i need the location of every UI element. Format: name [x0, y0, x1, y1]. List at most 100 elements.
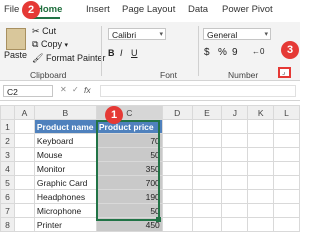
- cell[interactable]: [247, 147, 275, 162]
- cell[interactable]: [191, 119, 223, 134]
- row-header[interactable]: 1: [0, 119, 15, 134]
- column-header[interactable]: E: [191, 105, 223, 120]
- cell[interactable]: [247, 217, 275, 232]
- row-header[interactable]: 2: [0, 133, 15, 148]
- cell[interactable]: [273, 175, 300, 190]
- cell[interactable]: [247, 189, 275, 204]
- italic-button[interactable]: I: [120, 48, 123, 58]
- product-price-cell[interactable]: 700: [95, 175, 163, 190]
- cell[interactable]: [191, 147, 223, 162]
- cell[interactable]: [161, 133, 193, 148]
- product-name-cell[interactable]: Headphones: [33, 189, 97, 204]
- cell[interactable]: [13, 189, 35, 204]
- cell[interactable]: [191, 133, 223, 148]
- row-header[interactable]: 8: [0, 217, 15, 232]
- formula-input[interactable]: [100, 85, 296, 97]
- cell[interactable]: [13, 161, 35, 176]
- cell[interactable]: [13, 133, 35, 148]
- cell[interactable]: [161, 175, 193, 190]
- column-header[interactable]: L: [273, 105, 300, 120]
- cell[interactable]: [161, 217, 193, 232]
- format-painter-button[interactable]: 🖌 Format Painter: [32, 53, 105, 64]
- column-header[interactable]: J: [221, 105, 249, 120]
- product-price-cell[interactable]: 450: [95, 217, 163, 232]
- cell[interactable]: [247, 175, 275, 190]
- insert-function-button[interactable]: fx: [84, 85, 91, 95]
- product-name-cell[interactable]: Monitor: [33, 161, 97, 176]
- cell[interactable]: [273, 203, 300, 218]
- cell[interactable]: [191, 161, 223, 176]
- currency-button[interactable]: $: [204, 47, 210, 58]
- row-header[interactable]: 7: [0, 203, 15, 218]
- cell[interactable]: [273, 147, 300, 162]
- tab-data[interactable]: Data: [188, 4, 208, 15]
- select-all-corner[interactable]: [0, 105, 15, 120]
- column-header[interactable]: D: [161, 105, 193, 120]
- column-header[interactable]: A: [13, 105, 35, 120]
- cell[interactable]: [13, 203, 35, 218]
- product-name-cell[interactable]: Printer: [33, 217, 97, 232]
- number-format-select[interactable]: General ▾: [203, 28, 271, 40]
- cell[interactable]: [13, 147, 35, 162]
- copy-button[interactable]: ⧉ Copy ▾: [32, 39, 68, 50]
- cell[interactable]: [161, 189, 193, 204]
- paste-button[interactable]: Paste: [4, 50, 27, 60]
- percent-button[interactable]: %: [218, 47, 227, 58]
- cell[interactable]: [221, 217, 249, 232]
- fill-handle[interactable]: [156, 217, 161, 222]
- tab-file[interactable]: File: [4, 4, 19, 15]
- cell[interactable]: [13, 217, 35, 232]
- row-header[interactable]: 5: [0, 175, 15, 190]
- product-name-cell[interactable]: Mouse: [33, 147, 97, 162]
- cell[interactable]: [191, 175, 223, 190]
- formula-bar-enter-icon[interactable]: ✓: [72, 85, 79, 94]
- product-name-cell[interactable]: Microphone: [33, 203, 97, 218]
- header-cell-product-price[interactable]: Product price: [95, 119, 163, 134]
- product-price-cell[interactable]: 190: [95, 189, 163, 204]
- product-price-cell[interactable]: 70: [95, 133, 163, 148]
- cell[interactable]: [191, 189, 223, 204]
- cell[interactable]: [161, 161, 193, 176]
- cell[interactable]: [273, 119, 300, 134]
- cell[interactable]: [273, 133, 300, 148]
- cell[interactable]: [247, 119, 275, 134]
- cell[interactable]: [247, 133, 275, 148]
- tab-page-layout[interactable]: Page Layout: [122, 4, 175, 15]
- tab-insert[interactable]: Insert: [86, 4, 110, 15]
- cell[interactable]: [247, 203, 275, 218]
- cell[interactable]: [161, 203, 193, 218]
- cell[interactable]: [161, 147, 193, 162]
- cut-button[interactable]: ✂ Cut: [32, 26, 56, 37]
- bold-button[interactable]: B: [108, 48, 115, 58]
- cell[interactable]: [247, 161, 275, 176]
- cell[interactable]: [221, 147, 249, 162]
- product-price-cell[interactable]: 350: [95, 161, 163, 176]
- underline-button[interactable]: U: [131, 48, 138, 58]
- comma-style-button[interactable]: 9: [232, 47, 238, 58]
- cell[interactable]: [13, 175, 35, 190]
- increase-decimal-icon[interactable]: ←0: [252, 47, 264, 56]
- cell[interactable]: [221, 175, 249, 190]
- cell[interactable]: [221, 133, 249, 148]
- cell[interactable]: [221, 119, 249, 134]
- cell[interactable]: [221, 189, 249, 204]
- formula-bar-cancel-icon[interactable]: ✕: [60, 85, 67, 94]
- cell[interactable]: [273, 189, 300, 204]
- column-header[interactable]: B: [33, 105, 97, 120]
- product-name-cell[interactable]: Graphic Card: [33, 175, 97, 190]
- cell[interactable]: [161, 119, 193, 134]
- font-name-select[interactable]: Calibri ▾: [108, 28, 166, 40]
- tab-power-pivot[interactable]: Power Pivot: [222, 4, 273, 15]
- column-header[interactable]: K: [247, 105, 275, 120]
- row-header[interactable]: 3: [0, 147, 15, 162]
- cell[interactable]: [13, 119, 35, 134]
- number-format-dialog-launcher[interactable]: ⌟: [278, 67, 291, 78]
- product-price-cell[interactable]: 50: [95, 203, 163, 218]
- header-cell-product-name[interactable]: Product name: [33, 119, 97, 134]
- cell[interactable]: [273, 161, 300, 176]
- product-name-cell[interactable]: Keyboard: [33, 133, 97, 148]
- cell[interactable]: [191, 203, 223, 218]
- product-price-cell[interactable]: 50: [95, 147, 163, 162]
- cell[interactable]: [273, 217, 300, 232]
- cell[interactable]: [221, 161, 249, 176]
